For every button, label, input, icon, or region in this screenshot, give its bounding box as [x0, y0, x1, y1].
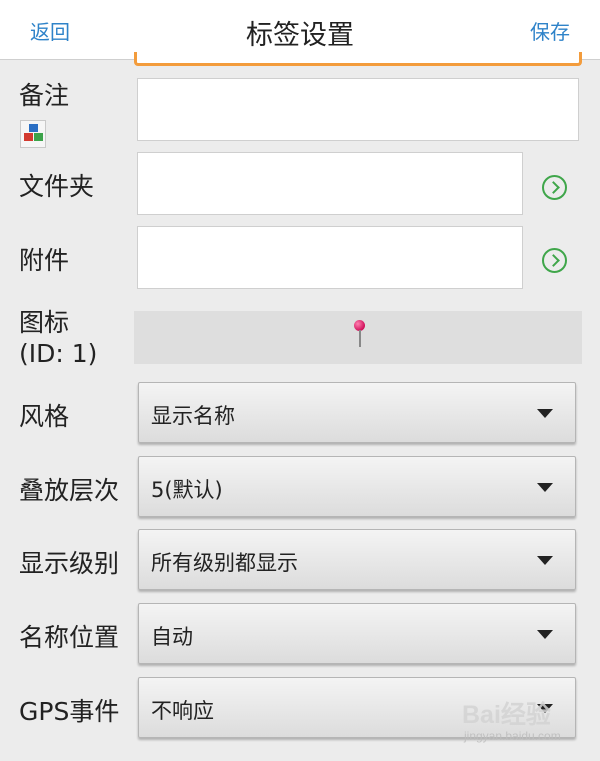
caret-down-icon [537, 409, 553, 418]
attachment-label: 附件 [19, 246, 70, 275]
note-label: 备注 [19, 81, 70, 110]
display-level-dropdown[interactable]: 所有级别都显示 [138, 529, 576, 590]
icon-selector[interactable] [134, 311, 582, 364]
save-button[interactable]: 保存 [530, 16, 570, 45]
stack-level-label: 叠放层次 [19, 476, 120, 505]
stack-level-dropdown[interactable]: 5(默认) [138, 456, 576, 517]
page-title: 标签设置 [246, 20, 354, 51]
attachment-go-icon[interactable] [542, 248, 567, 273]
caret-down-icon [537, 630, 553, 639]
folder-go-icon[interactable] [542, 175, 567, 200]
name-position-label: 名称位置 [19, 623, 120, 652]
caret-down-icon [537, 483, 553, 492]
caret-down-icon [537, 556, 553, 565]
watermark-brand: Bai经验 [462, 701, 551, 729]
watermark-site: jingyan.baidu.com [464, 729, 561, 743]
attachment-field[interactable] [137, 226, 523, 289]
style-value: 显示名称 [151, 404, 235, 428]
map-pin-icon [353, 320, 367, 350]
focused-field-edge[interactable] [134, 52, 582, 66]
icon-label-line1: 图标 [19, 308, 70, 337]
display-level-value: 所有级别都显示 [151, 551, 298, 575]
note-blocks-icon[interactable] [20, 120, 46, 148]
name-position-value: 自动 [151, 625, 193, 649]
gps-event-label: GPS事件 [19, 697, 120, 726]
style-dropdown[interactable]: 显示名称 [138, 382, 576, 443]
baidu-jingyan-watermark: Bai经验 jingyan.baidu.com [462, 693, 582, 753]
icon-label: 图标 (ID: 1) [19, 307, 97, 370]
display-level-label: 显示级别 [19, 549, 120, 578]
name-position-dropdown[interactable]: 自动 [138, 603, 576, 664]
top-bar: 返回 标签设置 保存 [0, 0, 600, 60]
style-label: 风格 [19, 402, 70, 431]
icon-label-line2: (ID: 1) [19, 339, 98, 369]
folder-field[interactable] [137, 152, 523, 215]
folder-label: 文件夹 [19, 172, 95, 201]
gps-event-value: 不响应 [151, 699, 214, 723]
stack-level-value: 5(默认) [151, 478, 223, 502]
note-field[interactable] [137, 78, 579, 141]
